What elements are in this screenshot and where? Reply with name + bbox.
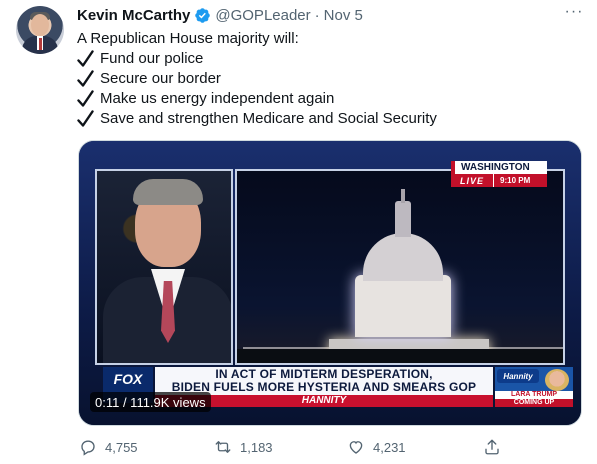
avatar-tie <box>39 38 42 50</box>
retweet-count: 1,183 <box>240 439 273 455</box>
tweet-actions: 4,755 1,183 4,231 <box>79 436 509 458</box>
video-player[interactable]: WASHINGTON LIVE 9:10 PM FOX IN ACT OF MI… <box>78 140 582 426</box>
reply-icon <box>81 440 95 456</box>
location-live-row: LIVE 9:10 PM <box>451 174 547 187</box>
more-options-icon[interactable]: ··· <box>563 4 585 24</box>
checkmark-icon <box>77 50 94 67</box>
capitol-lantern <box>395 201 411 237</box>
promo-guest-name: LARA TRUMP <box>495 391 573 399</box>
share-icon <box>485 439 499 455</box>
location-badge: WASHINGTON LIVE 9:10 PM <box>451 161 547 187</box>
chyron-headline: IN ACT OF MIDTERM DESPERATION, BIDEN FUE… <box>155 367 493 395</box>
tweet-list-item-text: Make us energy independent again <box>100 90 335 107</box>
share-button[interactable] <box>483 436 509 458</box>
promo-show-logo: Hannity <box>497 369 539 383</box>
location-city: WASHINGTON <box>451 161 547 174</box>
live-indicator: LIVE <box>451 174 493 187</box>
tweet-header: Kevin McCarthy @GOPLeader · Nov 5 <box>77 5 363 25</box>
avatar-face <box>31 14 49 36</box>
checkmark-icon <box>77 110 94 127</box>
retweet-button[interactable]: 1,183 <box>214 436 273 458</box>
tweet-intro-text: A Republican House majority will: <box>77 30 299 47</box>
live-time: 9:10 PM <box>493 174 547 187</box>
tweet-list-item: Save and strengthen Medicare and Social … <box>77 109 437 129</box>
checkmark-icon <box>77 70 94 87</box>
tweet-date[interactable]: Nov 5 <box>324 7 363 24</box>
reply-count: 4,755 <box>105 439 138 455</box>
tweet-intro: A Republican House majority will: <box>77 29 437 49</box>
tweet-text: A Republican House majority will: Fund o… <box>77 29 437 129</box>
checkmark-icon <box>77 90 94 107</box>
tweet-list-item-text: Save and strengthen Medicare and Social … <box>100 110 437 127</box>
coming-up-promo: Hannity LARA TRUMP COMING UP <box>495 367 573 407</box>
tweet-list-item: Fund our police <box>77 49 437 69</box>
tweet-list-item: Make us energy independent again <box>77 89 437 109</box>
heart-icon <box>349 441 363 454</box>
tree-line <box>237 349 563 363</box>
promo-guest-photo <box>545 369 569 391</box>
video-capitol-frame <box>235 169 565 365</box>
reply-button[interactable]: 4,755 <box>79 436 138 458</box>
capitol-statue <box>401 189 405 203</box>
tweet-list-item-text: Fund our police <box>100 50 204 67</box>
video-speaker-frame <box>95 169 233 365</box>
capitol-drum <box>355 275 451 337</box>
promo-status: COMING UP <box>495 399 573 407</box>
video-timecode-views: 0:11 / 111.9K views <box>90 392 211 412</box>
speaker-hair <box>133 179 203 205</box>
verified-badge-icon <box>195 7 211 23</box>
like-button[interactable]: 4,231 <box>347 436 406 458</box>
author-avatar[interactable] <box>16 6 64 54</box>
like-count: 4,231 <box>373 439 406 455</box>
author-handle[interactable]: @GOPLeader <box>215 7 310 24</box>
tweet-list-item-text: Secure our border <box>100 70 221 87</box>
tweet-list-item: Secure our border <box>77 69 437 89</box>
author-name[interactable]: Kevin McCarthy <box>77 7 190 24</box>
retweet-icon <box>215 441 231 453</box>
separator-dot: · <box>314 6 320 24</box>
